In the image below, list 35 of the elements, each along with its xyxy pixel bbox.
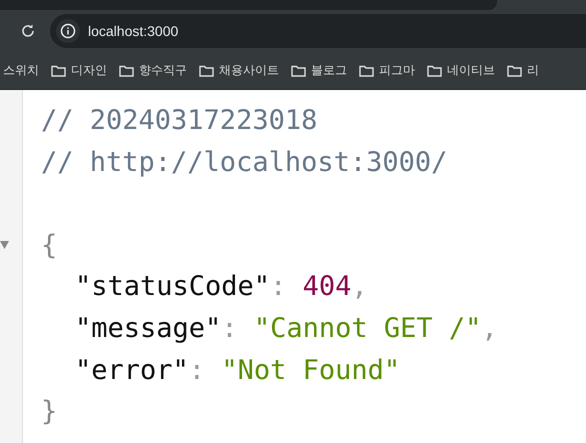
colon-text: :: [270, 270, 286, 304]
bookmark-link[interactable]: 디자인: [71, 62, 107, 79]
json-value: 404: [302, 270, 352, 304]
address-bar[interactable]: localhost:3000: [50, 14, 586, 48]
json-key: "message": [75, 308, 222, 350]
folder-icon: [199, 64, 214, 76]
bookmark-link[interactable]: 네이티브: [447, 62, 495, 79]
folder-icon: [507, 64, 522, 76]
folder-icon: [359, 64, 374, 76]
bookmark-link[interactable]: 리: [527, 62, 539, 79]
brace-text: {: [41, 228, 58, 263]
json-key: "statusCode": [75, 266, 270, 308]
folder-icon: [427, 64, 442, 76]
folder-icon: [291, 64, 306, 76]
comma-text: ,: [351, 270, 368, 304]
comma-text: ,: [481, 312, 498, 346]
bookmark-link[interactable]: 스위치: [3, 62, 39, 79]
collapse-triangle-icon[interactable]: [0, 240, 10, 250]
colon-text: :: [221, 312, 238, 346]
json-key: "error": [75, 350, 189, 392]
comment-text: // 20240317223018: [41, 104, 318, 138]
json-value: "Cannot GET /": [254, 312, 482, 346]
colon-text: :: [188, 354, 206, 388]
folder-icon: [51, 64, 66, 76]
url-text: localhost:3000: [88, 23, 178, 39]
reload-icon[interactable]: [20, 23, 36, 39]
comment-text: // http://localhost:3000/: [41, 146, 448, 180]
folder-icon: [119, 64, 134, 76]
bookmark-link[interactable]: 향수직구: [139, 62, 187, 79]
bookmark-link[interactable]: 블로그: [311, 62, 347, 79]
brace-text: }: [41, 395, 58, 430]
bookmark-link[interactable]: 채용사이트: [219, 62, 279, 79]
json-value: "Not Found": [221, 354, 400, 388]
info-icon[interactable]: [56, 19, 80, 43]
bookmark-link[interactable]: 피그마: [379, 62, 415, 79]
